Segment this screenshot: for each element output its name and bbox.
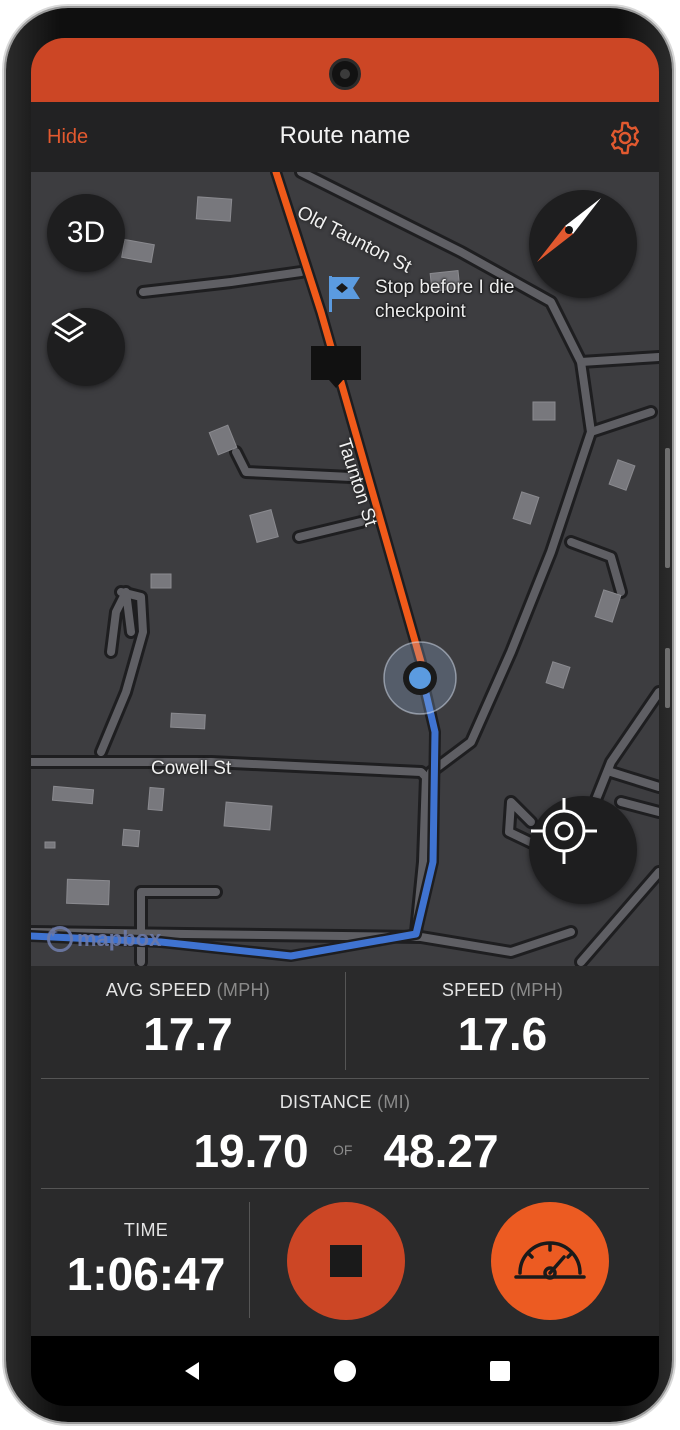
mapbox-attribution[interactable]: mapbox — [47, 926, 161, 952]
compass-button[interactable] — [529, 190, 637, 298]
speed-label: SPEED — [441, 980, 505, 1000]
divider — [249, 1202, 250, 1318]
distance-stat: DISTANCE (MI) — [31, 1092, 659, 1113]
avg-speed-unit: (MPH) — [216, 980, 271, 1000]
layers-button[interactable] — [47, 308, 125, 386]
page-title: Route name — [279, 122, 411, 149]
distance-unit: (MI) — [377, 1092, 411, 1112]
avg-speed-value: 17.7 — [143, 1008, 233, 1060]
recents-icon[interactable] — [487, 1358, 513, 1384]
stop-button[interactable] — [287, 1202, 405, 1320]
3d-label: 3D — [66, 216, 106, 249]
power-button — [665, 648, 670, 708]
home-icon[interactable] — [332, 1358, 358, 1384]
checkpoint-label: Stop before I die checkpoint — [375, 277, 514, 323]
divider — [41, 1188, 649, 1189]
speedometer-button[interactable] — [491, 1202, 609, 1320]
time-value: 1:06:47 — [66, 1248, 226, 1300]
mapbox-text: mapbox — [77, 926, 162, 951]
distance-value: 19.70 — [193, 1125, 309, 1177]
flag-icon[interactable] — [327, 274, 363, 314]
phone-frame: Hide Route name Stop before I die checkp… — [6, 8, 672, 1422]
top-bar: Hide Route name — [31, 102, 659, 172]
stop-icon — [330, 1245, 362, 1277]
speed-stat: SPEED (MPH) 17.6 — [346, 980, 659, 1061]
speed-value: 17.6 — [457, 1008, 548, 1060]
volume-button — [665, 448, 670, 568]
map-view[interactable]: Stop before I die checkpoint Old Taunton… — [31, 172, 659, 966]
speed-unit: (MPH) — [509, 980, 564, 1000]
distance-of-label: OF — [333, 1142, 353, 1158]
divider — [41, 1078, 649, 1079]
checkpoint-label-line2: checkpoint — [375, 301, 466, 322]
screen: Hide Route name Stop before I die checkp… — [31, 38, 659, 1406]
distance-total: 48.27 — [383, 1125, 499, 1177]
distance-label: DISTANCE — [279, 1092, 372, 1112]
status-bar — [31, 38, 659, 102]
layers-icon — [51, 312, 87, 343]
distance-label-row: DISTANCE (MI) — [31, 1092, 659, 1113]
front-camera — [329, 58, 361, 90]
time-label: TIME — [123, 1220, 169, 1240]
compass-icon — [537, 198, 601, 262]
avg-speed-label-row: AVG SPEED (MPH) — [31, 980, 345, 1001]
system-nav-bar — [31, 1336, 659, 1406]
stats-panel: AVG SPEED (MPH) 17.7 SPEED (MPH) 17.6 DI… — [31, 966, 659, 1336]
gear-icon[interactable] — [607, 120, 643, 156]
speedometer-icon — [514, 1241, 586, 1280]
avg-speed-stat: AVG SPEED (MPH) 17.7 — [31, 980, 345, 1061]
recenter-button[interactable] — [529, 796, 637, 904]
time-stat: TIME 1:06:47 — [31, 1220, 261, 1301]
street-label-cowell: Cowell St — [151, 758, 232, 779]
3d-toggle-button[interactable]: 3D — [47, 194, 125, 272]
back-icon[interactable] — [179, 1358, 205, 1384]
speed-label-row: SPEED (MPH) — [346, 980, 659, 1001]
crosshair-icon — [531, 798, 597, 864]
avg-speed-label: AVG SPEED — [105, 980, 212, 1000]
checkpoint-label-line1: Stop before I die — [375, 277, 515, 298]
waypoint-marker — [311, 346, 361, 380]
mapbox-logo-icon — [47, 926, 73, 952]
